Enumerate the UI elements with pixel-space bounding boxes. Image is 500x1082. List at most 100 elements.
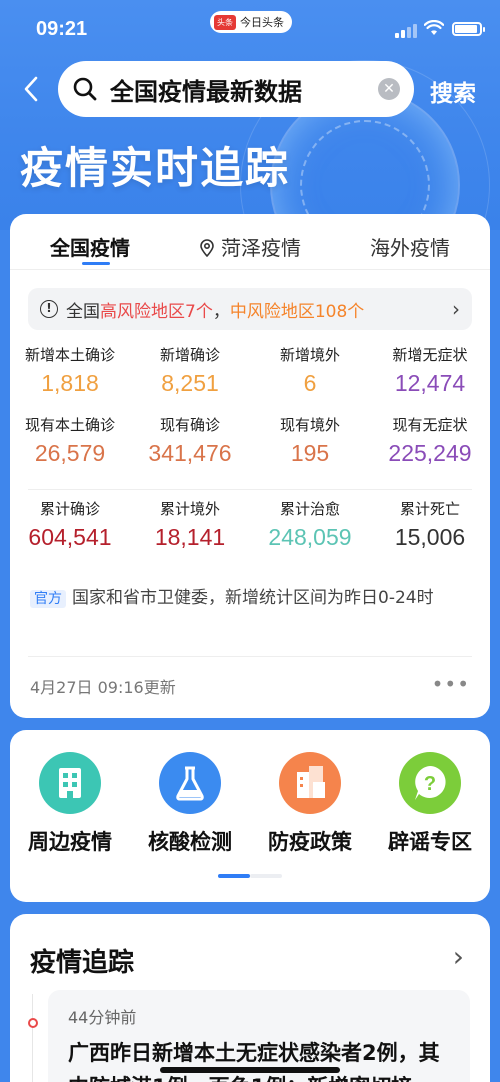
divider [10, 269, 490, 270]
news-headline: 广西昨日新增本土无症状感染者2例，其中防城港1例、百色1例；新增密切接 [68, 1041, 440, 1082]
more-options-icon[interactable]: ••• [432, 672, 470, 696]
region-tabs: 全国疫情 菏泽疫情 海外疫情 [10, 214, 490, 270]
stat-value: 225,249 [388, 440, 472, 466]
app-name: 今日头条 [240, 16, 284, 29]
stat-current-confirmed[interactable]: 现有确诊 341,476 [130, 414, 250, 484]
alert-separator: ， [212, 301, 230, 322]
stat-label: 现有无症状 [392, 416, 468, 434]
clear-icon[interactable]: ✕ [378, 78, 400, 100]
stat-label: 新增确诊 [159, 346, 220, 364]
app-indicator[interactable]: 头条 今日头条 [210, 11, 292, 33]
stat-label: 现有本土确诊 [24, 416, 115, 434]
timeline-line [32, 994, 33, 1082]
home-indicator [160, 1067, 340, 1073]
quick-link-label: 周边疫情 [28, 830, 112, 854]
stat-total-deaths[interactable]: 累计死亡 15,006 [370, 498, 490, 568]
quick-link-rumors[interactable]: ? 辟谣专区 [370, 752, 490, 856]
stat-label: 新增本土确诊 [24, 346, 115, 364]
mid-risk-count: 108个 [314, 301, 365, 322]
stat-current-local-confirmed[interactable]: 现有本土确诊 26,579 [10, 414, 130, 484]
divider [28, 489, 472, 490]
stat-total-confirmed[interactable]: 累计确诊 604,541 [10, 498, 130, 568]
chevron-left-icon [24, 76, 38, 102]
signal-icon [395, 24, 417, 38]
flask-icon [159, 752, 221, 814]
overview-card: 全国疫情 菏泽疫情 海外疫情 ! 全国 高风险地区 7个 ， 中风险地区 108… [10, 214, 490, 718]
stat-value: 604,541 [28, 524, 112, 550]
stat-total-recovered[interactable]: 累计治愈 248,059 [250, 498, 370, 568]
stat-current-asymptomatic[interactable]: 现有无症状 225,249 [370, 414, 490, 484]
tab-heze[interactable]: 菏泽疫情 [170, 214, 330, 270]
stats-row-current: 现有本土确诊 26,579 现有确诊 341,476 现有境外 195 现有无症状 22… [10, 414, 490, 484]
stat-label: 现有境外 [279, 416, 340, 434]
status-time: 09:21 [36, 18, 88, 40]
risk-area-banner[interactable]: ! 全国 高风险地区 7个 ， 中风险地区 108个 › [28, 288, 472, 330]
status-bar: 09:21 头条 今日头条 [0, 0, 500, 58]
news-time: 44分钟前 [68, 1008, 137, 1027]
section-title: 疫情追踪 [30, 948, 135, 978]
search-input[interactable]: 全国疫情最新数据 ✕ [58, 61, 414, 117]
stats-grid: 新增本土确诊 1,818 新增确诊 8,251 新增境外 6 新增无症状 12,474 … [10, 344, 490, 568]
stat-value: 195 [290, 440, 330, 466]
stat-new-asymptomatic[interactable]: 新增无症状 12,474 [370, 344, 490, 414]
stat-label: 累计境外 [159, 500, 220, 518]
stat-value: 12,474 [394, 370, 466, 396]
back-button[interactable] [20, 74, 44, 104]
stat-value: 6 [303, 370, 317, 396]
official-badge: 官方 [30, 590, 66, 608]
stat-current-imported[interactable]: 现有境外 195 [250, 414, 370, 484]
stat-value: 15,006 [394, 524, 466, 550]
stat-value: 1,818 [41, 370, 99, 396]
tab-label: 菏泽疫情 [221, 236, 301, 260]
search-button[interactable]: 搜索 [430, 74, 476, 108]
quick-link-nearby[interactable]: 周边疫情 [10, 752, 130, 856]
high-risk-count: 7个 [185, 301, 213, 322]
source-text: 国家和省市卫健委，新增统计区间为昨日0-24时 [72, 588, 434, 608]
quick-link-policy[interactable]: 防疫政策 [250, 752, 370, 856]
active-tab-indicator [82, 262, 110, 265]
mid-risk-label: 中风险地区 [229, 301, 315, 322]
stat-new-confirmed[interactable]: 新增确诊 8,251 [130, 344, 250, 414]
high-risk-label: 高风险地区 [100, 301, 185, 322]
stats-row-cumulative: 累计确诊 604,541 累计境外 18,141 累计治愈 248,059 累计死亡 1… [10, 498, 490, 568]
stat-label: 新增境外 [279, 346, 340, 364]
stat-total-imported[interactable]: 累计境外 18,141 [130, 498, 250, 568]
stat-label: 累计死亡 [399, 500, 460, 518]
chevron-right-icon: › [452, 297, 460, 321]
stat-value: 18,141 [154, 524, 226, 550]
search-query[interactable]: 全国疫情最新数据 [110, 72, 378, 107]
timeline-dot [28, 1018, 38, 1028]
page-title: 疫情实时追踪 [20, 144, 290, 194]
stat-value: 26,579 [34, 440, 106, 466]
quick-link-nucleic-test[interactable]: 核酸检测 [130, 752, 250, 856]
quick-link-label: 防疫政策 [268, 830, 352, 854]
app-logo: 头条 [214, 14, 236, 30]
stat-label: 现有确诊 [159, 416, 220, 434]
stat-value: 248,059 [268, 524, 352, 550]
chevron-right-icon[interactable]: › [453, 940, 464, 973]
quick-links: 周边疫情 核酸检测 防疫政策 ? 辟谣专区 [10, 752, 490, 856]
page-indicator [218, 874, 282, 878]
city-icon [279, 752, 341, 814]
stat-new-local-confirmed[interactable]: 新增本土确诊 1,818 [10, 344, 130, 414]
quick-links-card: 周边疫情 核酸检测 防疫政策 ? 辟谣专区 [10, 730, 490, 902]
tab-overseas[interactable]: 海外疫情 [330, 214, 490, 270]
info-icon: ! [40, 300, 58, 318]
alert-prefix: 全国 [66, 301, 100, 322]
question-bubble-icon: ? [399, 752, 461, 814]
tracking-card: 疫情追踪 › 44分钟前 广西昨日新增本土无症状感染者2例，其中防城港1例、百色… [10, 914, 490, 1082]
divider [28, 656, 472, 657]
stat-label: 累计确诊 [39, 500, 100, 518]
stat-value: 341,476 [148, 440, 232, 466]
stat-label: 新增无症状 [392, 346, 468, 364]
quick-link-label: 辟谣专区 [388, 830, 472, 854]
wifi-icon [424, 20, 444, 35]
battery-icon [452, 22, 485, 36]
building-icon [39, 752, 101, 814]
search-bar: 全国疫情最新数据 ✕ 搜索 [0, 60, 500, 118]
svg-text:?: ? [424, 773, 436, 795]
stats-row-new: 新增本土确诊 1,818 新增确诊 8,251 新增境外 6 新增无症状 12,474 [10, 344, 490, 414]
stat-new-imported[interactable]: 新增境外 6 [250, 344, 370, 414]
search-icon [73, 77, 97, 101]
location-pin-icon [200, 239, 214, 257]
